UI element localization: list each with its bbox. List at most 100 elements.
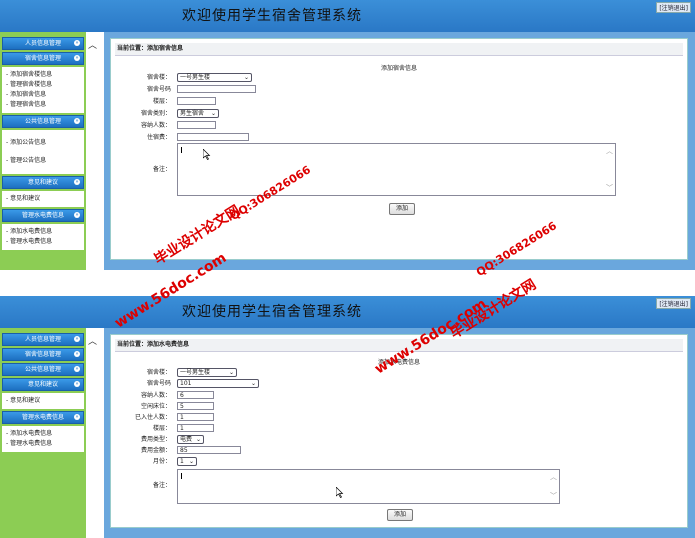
feetype-label: 费用类型： <box>140 436 171 443</box>
menu-item-add-utility[interactable]: 添加水电费信息 <box>2 227 84 237</box>
note-label: 备注： <box>152 482 171 489</box>
type-select[interactable]: 男生宿舍 ⌄ <box>177 109 219 118</box>
menu-group-label: 管理水电费信息 <box>21 212 64 219</box>
menu-item-manage-building[interactable]: 管理宿舍楼信息 <box>2 80 84 90</box>
room-select[interactable]: 101 ⌄ <box>177 379 259 388</box>
room-input[interactable] <box>177 85 256 93</box>
menu-list-feedback: 意见和建议 <box>2 191 84 207</box>
mouse-cursor-icon <box>336 487 344 498</box>
menu-group-utility[interactable]: 管理水电费信息 » <box>2 209 84 222</box>
sidebar-menu: 人员信息管理 » 宿舍信息管理 » 公共信息管理 » 意见和建议 » 意见和建议 管理水… <box>2 333 84 454</box>
sidebar-toggle[interactable]: ︿ <box>86 32 100 270</box>
chevron-up-icon: ︿ <box>88 41 98 51</box>
menu-item-add-utility[interactable]: 添加水电费信息 <box>2 429 84 439</box>
chevron-down-icon: ⌄ <box>188 458 194 465</box>
menu-item-manage-dorm[interactable]: 管理宿舍信息 <box>2 100 84 110</box>
scroll-down-icon[interactable]: ﹀ <box>550 491 557 501</box>
menu-group-feedback[interactable]: 意见和建议 » <box>2 378 84 391</box>
menu-item-manage-utility[interactable]: 管理水电费信息 <box>2 237 84 247</box>
capacity-input[interactable]: 6 <box>177 391 214 399</box>
menu-group-label: 公共信息管理 <box>24 366 61 373</box>
menu-group-label: 宿舍信息管理 <box>24 55 61 62</box>
chevron-icon: » <box>74 212 80 218</box>
chevron-down-icon: ⌄ <box>210 110 216 117</box>
menu-list-feedback: 意见和建议 <box>2 393 84 409</box>
menu-group-public[interactable]: 公共信息管理 » <box>2 363 84 376</box>
floor-input[interactable] <box>177 97 216 105</box>
chevron-icon: » <box>74 366 80 372</box>
capacity-label: 容纳人数： <box>140 392 171 399</box>
submit-button[interactable]: 添加 <box>389 203 415 215</box>
text-caret <box>181 473 182 479</box>
mouse-cursor-icon <box>203 149 211 160</box>
menu-group-label: 宿舍信息管理 <box>24 351 61 358</box>
building-select[interactable]: 一号男生楼 ⌄ <box>177 368 237 377</box>
sidebar: 人员信息管理 » 宿舍信息管理 » 公共信息管理 » 意见和建议 » 意见和建议 管理水… <box>0 328 86 538</box>
menu-group-personnel[interactable]: 人员信息管理 » <box>2 37 84 50</box>
building-select[interactable]: 一号男生楼 ⌄ <box>177 73 252 82</box>
menu-item-feedback[interactable]: 意见和建议 <box>2 396 84 406</box>
note-label: 备注： <box>152 166 171 173</box>
chevron-icon: » <box>74 179 80 185</box>
app-header: 欢迎使用学生宿舍管理系统 [注销退出] <box>0 0 695 32</box>
month-select[interactable]: 1 ⌄ <box>177 457 197 466</box>
logout-link[interactable]: [注销退出] <box>656 298 691 309</box>
note-textarea[interactable]: ︿ ﹀ <box>177 143 616 196</box>
building-label: 宿舍楼： <box>146 369 171 376</box>
chevron-icon: » <box>74 55 80 61</box>
menu-item-manage-notice[interactable]: 管理公告信息 <box>2 156 84 166</box>
menu-group-dorm[interactable]: 宿舍信息管理 » <box>2 52 84 65</box>
sidebar-menu: 人员信息管理 » 宿舍信息管理 » 添加宿舍楼信息 管理宿舍楼信息 添加宿舍信息 管… <box>2 37 84 252</box>
sidebar-toggle[interactable]: ︿ <box>86 328 100 538</box>
scroll-up-icon[interactable]: ︿ <box>606 146 613 156</box>
menu-group-label: 管理水电费信息 <box>21 414 64 421</box>
menu-group-label: 公共信息管理 <box>24 118 61 125</box>
menu-item-add-notice[interactable]: 添加公告信息 <box>2 138 84 148</box>
menu-group-personnel[interactable]: 人员信息管理 » <box>2 333 84 346</box>
room-label: 宿舍号码 <box>146 86 171 93</box>
menu-group-label: 意见和建议 <box>27 381 58 388</box>
menu-item-feedback[interactable]: 意见和建议 <box>2 194 84 204</box>
menu-group-label: 人员信息管理 <box>24 336 61 343</box>
menu-item-add-building[interactable]: 添加宿舍楼信息 <box>2 70 84 80</box>
menu-group-public[interactable]: 公共信息管理 » <box>2 115 84 128</box>
app-title: 欢迎使用学生宿舍管理系统 <box>182 8 362 24</box>
building-select-value: 一号男生楼 <box>180 74 211 81</box>
menu-group-dorm[interactable]: 宿舍信息管理 » <box>2 348 84 361</box>
chevron-down-icon: ⌄ <box>243 74 249 81</box>
capacity-label: 容纳人数： <box>140 122 171 129</box>
menu-list-utility: 添加水电费信息 管理水电费信息 <box>2 426 84 452</box>
floor-input[interactable]: 1 <box>177 424 214 432</box>
logout-link[interactable]: [注销退出] <box>656 2 691 13</box>
text-caret <box>181 147 182 153</box>
chevron-icon: » <box>74 381 80 387</box>
fee-label: 住宿费： <box>146 134 171 141</box>
menu-item-manage-utility[interactable]: 管理水电费信息 <box>2 439 84 449</box>
month-select-value: 1 <box>180 458 184 465</box>
scroll-down-icon[interactable]: ﹀ <box>606 183 613 193</box>
menu-group-feedback[interactable]: 意见和建议 » <box>2 176 84 189</box>
chevron-up-icon: ︿ <box>88 337 98 347</box>
menu-item-add-dorm[interactable]: 添加宿舍信息 <box>2 90 84 100</box>
menu-list-dorm: 添加宿舍楼信息 管理宿舍楼信息 添加宿舍信息 管理宿舍信息 <box>2 67 84 113</box>
chevron-down-icon: ⌄ <box>228 369 234 376</box>
room-label: 宿舍号码 <box>146 380 171 387</box>
amount-input[interactable]: 85 <box>177 446 241 454</box>
occupied-input[interactable]: 1 <box>177 413 214 421</box>
app-header: 欢迎使用学生宿舍管理系统 [注销退出] <box>0 296 695 328</box>
menu-group-label: 意见和建议 <box>27 179 58 186</box>
type-select-value: 男生宿舍 <box>180 110 205 117</box>
fee-input[interactable] <box>177 133 249 141</box>
note-textarea[interactable]: ︿ ﹀ <box>177 469 560 504</box>
free-input[interactable]: 5 <box>177 402 214 410</box>
feetype-select-value: 电费 <box>180 436 193 443</box>
chevron-icon: » <box>74 351 80 357</box>
submit-button[interactable]: 添加 <box>387 509 413 521</box>
menu-group-utility[interactable]: 管理水电费信息 » <box>2 411 84 424</box>
scroll-up-icon[interactable]: ︿ <box>550 472 557 482</box>
feetype-select[interactable]: 电费 ⌄ <box>177 435 204 444</box>
screenshot-add-utility: 欢迎使用学生宿舍管理系统 [注销退出] 人员信息管理 » 宿舍信息管理 » 公共信息… <box>0 296 695 538</box>
chevron-down-icon: ⌄ <box>250 380 256 387</box>
capacity-input[interactable] <box>177 121 216 129</box>
amount-label: 费用金额： <box>140 447 171 454</box>
